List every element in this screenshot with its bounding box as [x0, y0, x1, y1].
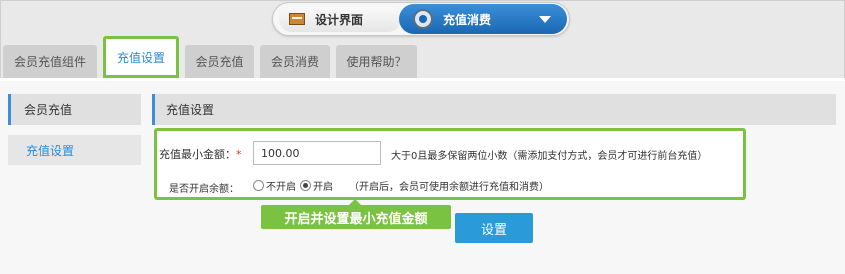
radio-disable-balance[interactable]	[253, 180, 264, 191]
instruction-callout: 开启并设置最小充值金额	[261, 199, 451, 229]
design-view-label: 设计界面	[315, 12, 364, 27]
content-panel: 会员充值 充值设置 充值设置 充值最小金额：* 大于0且最多保留两位小数（需添加…	[0, 81, 845, 274]
radio-disable-label[interactable]: 不开启	[266, 178, 296, 193]
design-view-button[interactable]: 设计界面	[279, 6, 401, 32]
radio-enable-label[interactable]: 开启	[313, 178, 333, 193]
tab-recharge-widget[interactable]: 会员充值组件	[3, 45, 97, 78]
min-amount-input[interactable]	[253, 141, 381, 165]
section-title: 充值设置	[152, 94, 836, 125]
tab-bar: 会员充值组件 充值设置 会员充值 会员消费 使用帮助？	[3, 36, 423, 78]
radio-enable-balance[interactable]	[300, 180, 311, 191]
min-amount-label: 充值最小金额：*	[159, 148, 242, 161]
recharge-view-button[interactable]: 充值消费	[399, 4, 567, 34]
save-settings-button[interactable]: 设置	[455, 213, 533, 243]
min-amount-hint: 大于0且最多保留两位小数（需添加支付方式，会员才可进行前台充值）	[391, 151, 708, 162]
tab-help[interactable]: 使用帮助？	[336, 45, 417, 78]
tab-member-consumption[interactable]: 会员消费	[260, 45, 330, 78]
balance-label: 是否开启余额：	[169, 184, 239, 195]
required-mark: *	[236, 148, 242, 161]
gear-icon	[413, 9, 433, 29]
recharge-view-label: 充值消费	[443, 12, 492, 27]
view-switcher: 设计界面 充值消费	[272, 2, 570, 36]
design-board-icon	[289, 11, 307, 27]
balance-hint: （开启后，会员可使用余额进行充值和消费）	[349, 182, 549, 193]
tab-recharge-settings[interactable]: 充值设置	[103, 36, 179, 78]
chevron-down-icon[interactable]	[539, 16, 551, 23]
sidebar-item-recharge-settings[interactable]: 充值设置	[8, 135, 141, 165]
balance-radio-group: 不开启 开启 （开启后，会员可使用余额进行充值和消费）	[253, 178, 549, 193]
tab-member-recharge[interactable]: 会员充值	[185, 45, 254, 78]
settings-form: 充值最小金额：* 大于0且最多保留两位小数（需添加支付方式，会员才可进行前台充值…	[154, 128, 746, 200]
sidebar-title: 会员充值	[8, 94, 141, 125]
